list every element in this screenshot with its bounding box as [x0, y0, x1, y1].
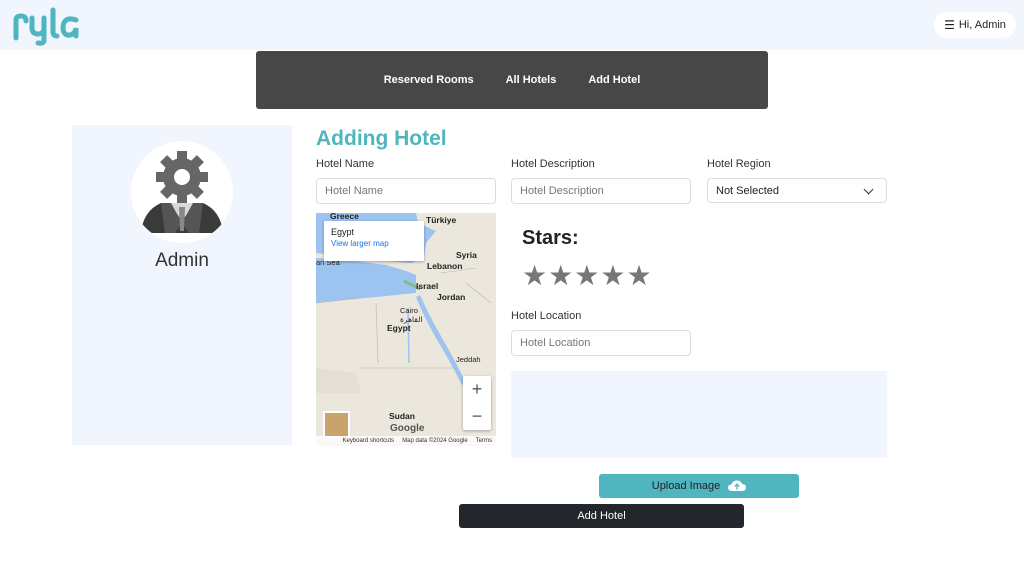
user-menu-label: Hi, Admin	[958, 19, 1006, 31]
hotel-name-input[interactable]	[316, 178, 496, 204]
map-label-cairo: Cairo	[400, 306, 418, 315]
terms-link[interactable]: Terms	[476, 438, 492, 444]
star-icon-1[interactable]: ★	[522, 258, 547, 294]
hotel-description-input[interactable]	[511, 178, 691, 204]
chevron-down-icon	[863, 184, 874, 194]
google-logo: Google	[390, 423, 425, 434]
image-preview-area	[511, 371, 887, 458]
nav-add-hotel[interactable]: Add Hotel	[588, 74, 640, 86]
zoom-out-button[interactable]: −	[463, 403, 491, 430]
user-menu-button[interactable]: ☰ Hi, Admin	[934, 12, 1016, 38]
star-rating: ★ ★ ★ ★ ★	[522, 258, 652, 294]
stars-label: Stars:	[522, 227, 579, 249]
star-icon-3[interactable]: ★	[574, 258, 599, 294]
hotel-region-selected: Not Selected	[716, 184, 779, 197]
view-larger-map-link[interactable]: View larger map	[331, 239, 417, 248]
main-nav: Reserved Rooms All Hotels Add Hotel	[256, 51, 768, 109]
hotel-name-label: Hotel Name	[316, 158, 375, 170]
cloud-upload-icon	[728, 480, 747, 491]
hamburger-icon: ☰	[944, 18, 955, 32]
ryla-logo[interactable]	[12, 6, 82, 46]
upload-image-label: Upload Image	[651, 480, 721, 492]
map-label-sudan: Sudan	[389, 411, 415, 421]
map-label-turkiye: Türkiye	[426, 215, 457, 225]
add-hotel-button[interactable]: Add Hotel	[459, 504, 744, 528]
nav-reserved-rooms[interactable]: Reserved Rooms	[384, 74, 474, 86]
map-label-egypt: Egypt	[387, 323, 411, 333]
admin-gear-avatar-icon	[141, 151, 223, 233]
map-zoom-control: + −	[463, 376, 491, 430]
map-data-credit: Map data ©2024 Google	[402, 438, 468, 444]
star-icon-4[interactable]: ★	[600, 258, 625, 294]
map-info-popup: Egypt View larger map	[324, 221, 424, 261]
location-map[interactable]: Greece Türkiye an Sea Syria Lebanon Isra…	[316, 213, 496, 446]
hotel-location-label: Hotel Location	[511, 310, 582, 322]
profile-name: Admin	[155, 250, 209, 271]
profile-panel: Admin	[72, 125, 292, 445]
nav-all-hotels[interactable]: All Hotels	[506, 74, 557, 86]
top-bar: ☰ Hi, Admin	[0, 0, 1024, 50]
map-popup-title: Egypt	[331, 227, 355, 237]
satellite-toggle[interactable]	[323, 411, 350, 438]
map-label-israel: Israel	[416, 281, 439, 291]
hotel-location-input[interactable]	[511, 330, 691, 356]
admin-avatar	[131, 141, 233, 243]
map-footer: Keyboard shortcuts Map data ©2024 Google…	[316, 436, 496, 446]
hotel-region-label: Hotel Region	[707, 158, 771, 170]
zoom-in-button[interactable]: +	[463, 376, 491, 403]
map-label-greece: Greece	[330, 213, 359, 221]
star-icon-2[interactable]: ★	[548, 258, 573, 294]
upload-image-button[interactable]: Upload Image	[599, 474, 799, 498]
map-label-jeddah: Jeddah	[456, 355, 481, 364]
map-label-jordan: Jordan	[437, 292, 466, 302]
hotel-region-select[interactable]: Not Selected	[707, 178, 887, 203]
hotel-description-label: Hotel Description	[511, 158, 595, 170]
map-label-lebanon: Lebanon	[427, 261, 463, 271]
keyboard-shortcuts-link[interactable]: Keyboard shortcuts	[342, 438, 394, 444]
star-icon-5[interactable]: ★	[626, 258, 651, 294]
map-label-syria: Syria	[456, 250, 477, 260]
page-title: Adding Hotel	[316, 127, 447, 150]
